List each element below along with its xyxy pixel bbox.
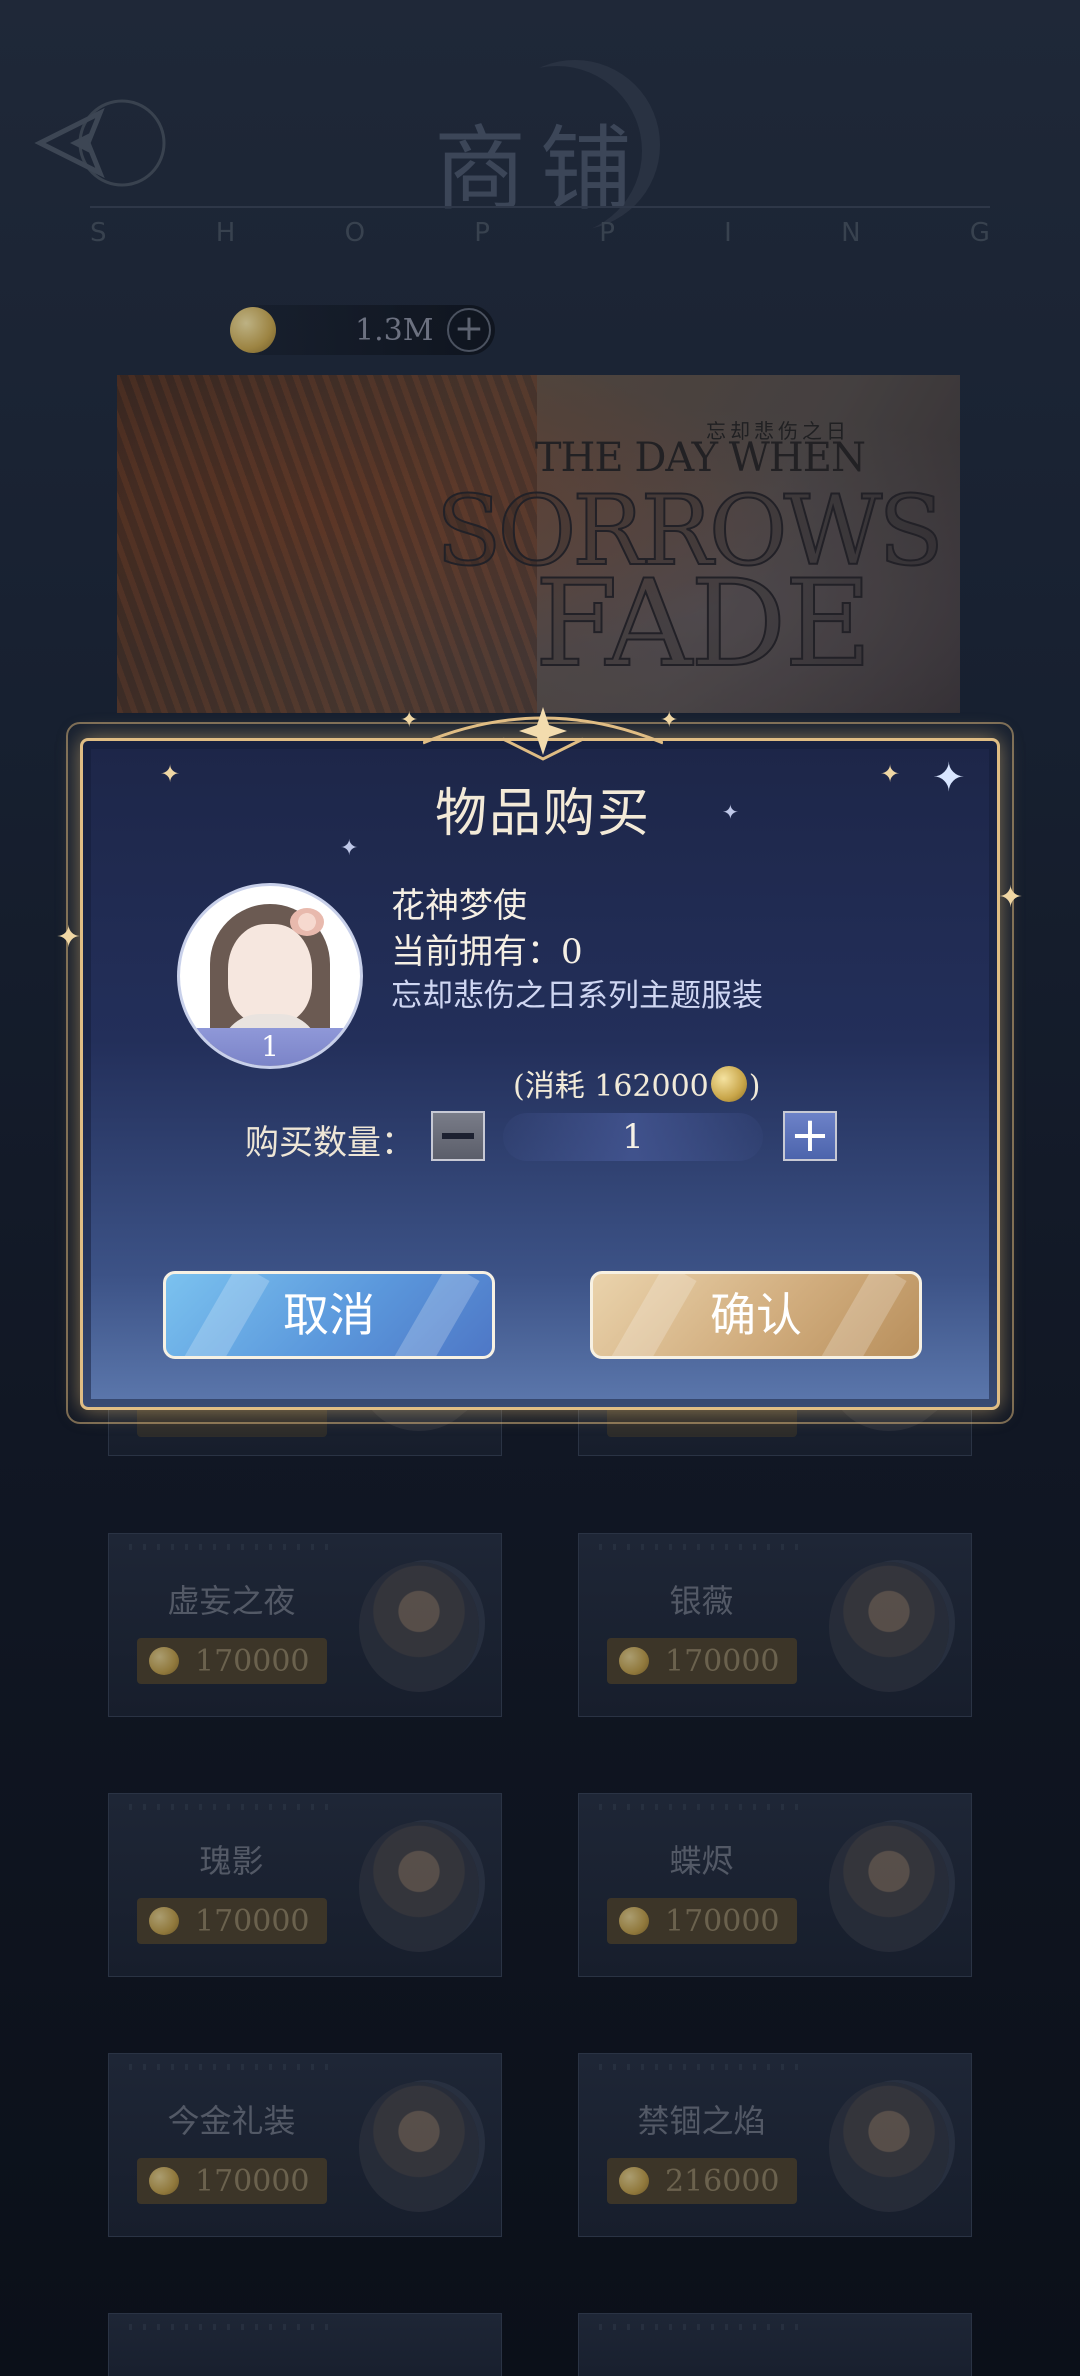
cancel-label: 取消 (283, 1288, 375, 1342)
cost-label: (消耗 162000) (513, 1061, 760, 1105)
cost-suffix: ) (748, 1069, 761, 1104)
purchase-dialog: 物品购买 1 花神梦使 当前拥有：0 忘却悲伤之日系列主题服装 (消耗 1620… (80, 707, 1000, 1410)
flower-icon (290, 908, 324, 936)
shop-page: 商铺 S H O P P I N G 1.3M + 忘却悲伤之日 THE DAY… (0, 0, 1080, 2376)
item-avatar: 1 (180, 886, 360, 1066)
coin-icon (710, 1066, 747, 1102)
dialog-title: 物品购买 (434, 784, 651, 844)
cancel-button[interactable]: 取消 (163, 1271, 495, 1359)
sparkle-icon: ✦ (660, 708, 679, 733)
avatar-face (228, 924, 312, 1024)
sparkle-icon: ✦ (56, 920, 82, 955)
sparkle-icon: ✦ (160, 760, 181, 788)
quantity-input[interactable]: 1 (503, 1113, 763, 1161)
sparkle-icon: ✦ (340, 836, 359, 861)
button-shine (178, 1274, 270, 1356)
increase-quantity-button[interactable]: + (783, 1111, 837, 1161)
sparkle-icon: ✦ (880, 760, 901, 788)
sparkle-icon: ✦ (722, 800, 739, 824)
button-shine (605, 1274, 697, 1356)
sparkle-icon: ✦ (998, 880, 1024, 915)
button-shine (815, 1274, 907, 1356)
minus-icon (442, 1133, 474, 1139)
confirm-button[interactable]: 确认 (590, 1271, 922, 1359)
item-name: 花神梦使 (391, 886, 527, 926)
item-description: 忘却悲伤之日系列主题服装 (391, 978, 763, 1014)
item-info: 花神梦使 当前拥有：0 忘却悲伤之日系列主题服装 (391, 883, 763, 1017)
sparkle-icon: ✦ (932, 755, 966, 801)
crest-ornament-icon (423, 707, 663, 761)
owned-count: 当前拥有：0 (391, 932, 583, 972)
cost-amount: (消耗 162000 (513, 1069, 709, 1104)
sparkle-icon: ✦ (400, 708, 419, 733)
decrease-quantity-button[interactable] (431, 1111, 485, 1161)
avatar-count: 1 (180, 1028, 360, 1066)
confirm-label: 确认 (710, 1288, 802, 1342)
quantity-label: 购买数量： (245, 1123, 415, 1163)
button-shine (388, 1274, 480, 1356)
